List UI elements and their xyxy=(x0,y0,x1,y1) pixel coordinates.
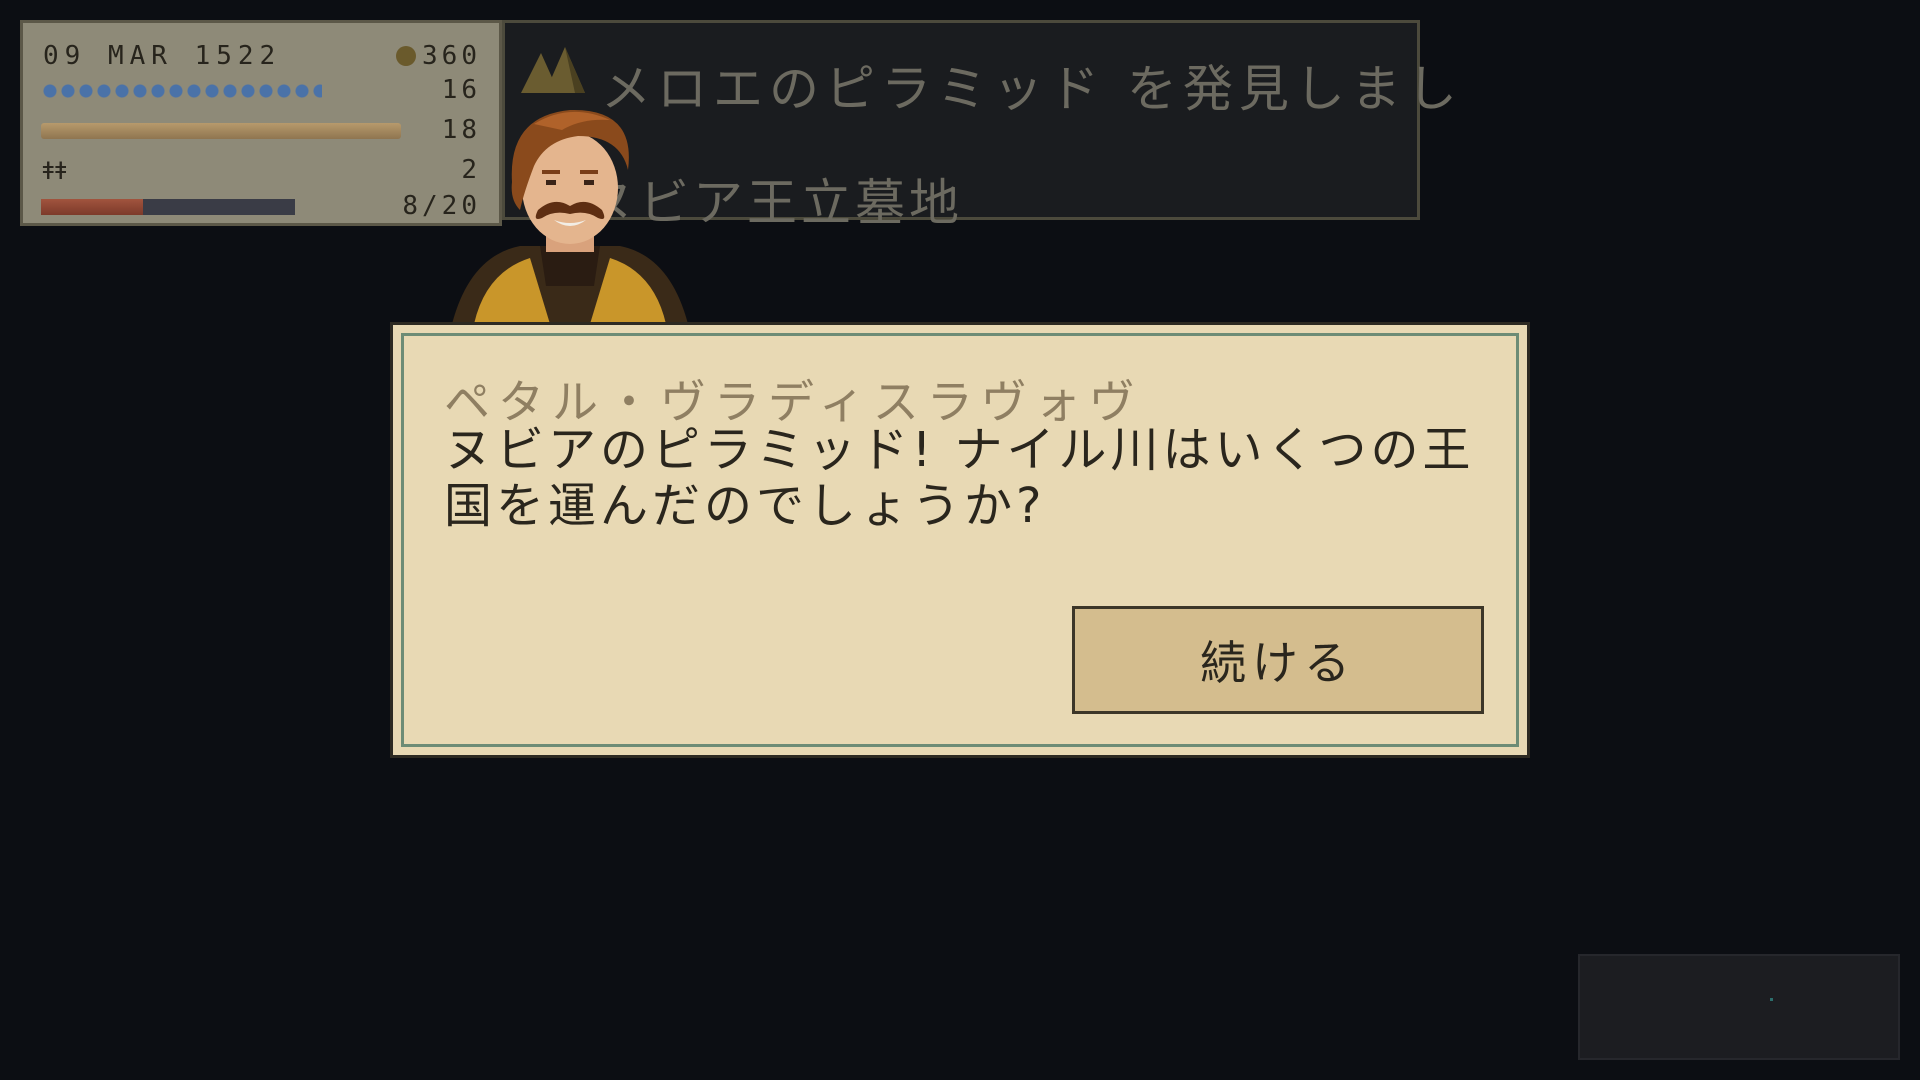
continue-button[interactable]: 続ける xyxy=(1072,606,1484,714)
status-panel: 09 MAR 1522 360 16 18 ǂǂ 2 8/20 xyxy=(20,20,502,226)
water-bar-fill xyxy=(41,83,322,99)
gold-value: 360 xyxy=(422,41,481,71)
food-row: 18 xyxy=(41,115,481,145)
gold-counter: 360 xyxy=(396,41,481,71)
health-bar xyxy=(41,199,295,215)
game-screen: 09 MAR 1522 360 16 18 ǂǂ 2 8/20 メロエのピラミッ… xyxy=(0,0,1920,1080)
food-bar xyxy=(41,123,401,139)
dialog-frame: ペタル・ヴラディスラヴォヴ ヌビアのピラミッド! ナイル川はいくつの王国を運んだ… xyxy=(401,333,1519,747)
health-row: 8/20 xyxy=(41,191,481,221)
health-bar-fill xyxy=(41,199,143,215)
coin-icon xyxy=(396,46,417,66)
speaker-portrait xyxy=(452,109,688,324)
minimap[interactable] xyxy=(1578,954,1900,1060)
dialog-text: ヌビアのピラミッド! ナイル川はいくつの王国を運んだのでしょうか? xyxy=(444,422,1475,534)
pyramid-icon xyxy=(521,47,585,93)
dialog-box: ペタル・ヴラディスラヴォヴ ヌビアのピラミッド! ナイル川はいくつの王国を運んだ… xyxy=(390,322,1530,758)
water-bar xyxy=(41,83,371,99)
date-label: 09 MAR 1522 xyxy=(43,41,282,71)
minimap-marker xyxy=(1770,998,1773,1001)
discovery-title: メロエのピラミッド を発見しまし xyxy=(601,60,1463,118)
water-row: 16 xyxy=(41,75,481,105)
crew-icon: ǂǂ xyxy=(41,157,68,185)
food-bar-fill xyxy=(41,123,401,139)
crew-row: ǂǂ 2 xyxy=(41,155,481,185)
